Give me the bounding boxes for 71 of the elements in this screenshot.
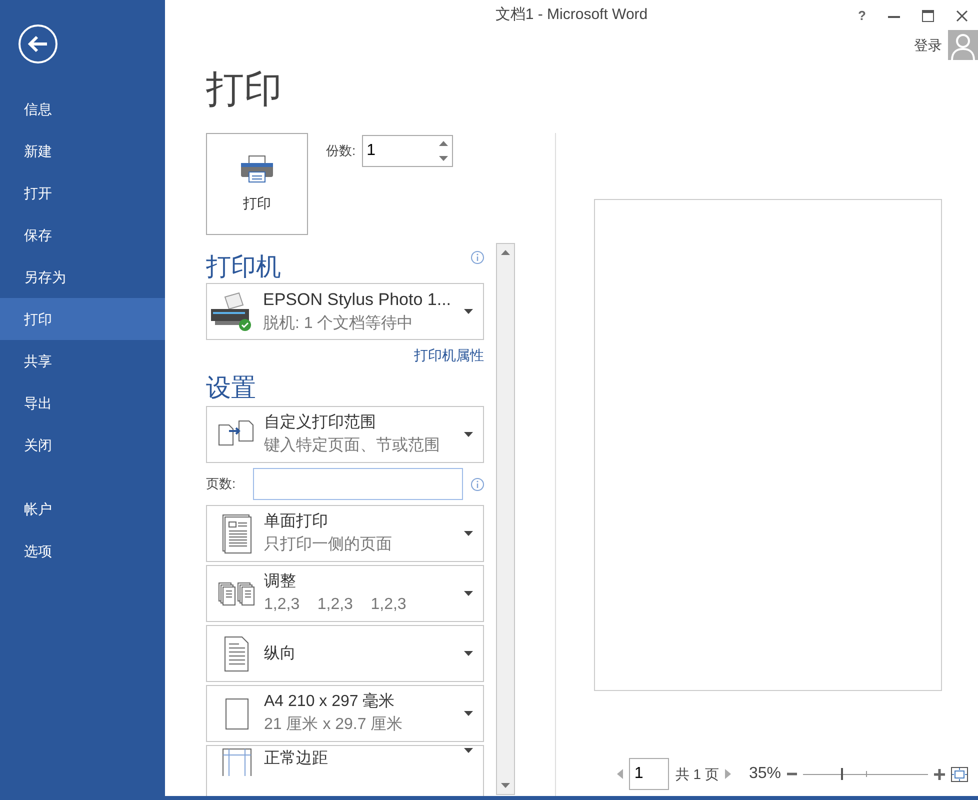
dropdown-caret-icon <box>464 748 473 753</box>
help-button[interactable]: ? <box>858 6 866 26</box>
copies-spinbox[interactable]: 1 <box>362 135 453 167</box>
paper-size-icon <box>225 698 249 730</box>
printer-icon <box>240 154 274 182</box>
zoom-in-icon[interactable] <box>934 768 945 780</box>
info-icon <box>471 251 484 264</box>
sidebar-item[interactable]: 共享 <box>0 340 165 382</box>
close-icon[interactable] <box>956 10 968 22</box>
settings-dropdown[interactable]: 正常边距 <box>206 745 484 796</box>
settings-dropdown[interactable]: 单面打印 只打印一侧的页面 <box>206 505 484 562</box>
option-subtitle: 21 厘米 x 29.7 厘米 <box>264 714 404 734</box>
settings-dropdown[interactable]: 自定义打印范围 键入特定页面、节或范围 <box>206 406 484 463</box>
collated-pages-icon <box>218 582 256 606</box>
margins-icon <box>222 748 252 776</box>
sidebar-item[interactable]: 保存 <box>0 214 165 256</box>
printer-status: 脱机: 1 个文档等待中 <box>263 314 414 334</box>
scroll-down-icon[interactable] <box>501 783 510 788</box>
dropdown-caret-icon <box>464 651 473 656</box>
info-icon <box>471 478 484 490</box>
sidebar-item[interactable]: 帐户 <box>0 488 165 530</box>
next-page-icon[interactable] <box>724 769 731 779</box>
sidebar-item[interactable]: 导出 <box>0 382 165 424</box>
dropdown-caret-icon <box>464 591 473 596</box>
sign-in-link[interactable]: 登录 <box>914 34 942 56</box>
scroll-up-icon[interactable] <box>501 250 510 255</box>
sidebar-item[interactable]: 打开 <box>0 172 165 214</box>
option-title: 纵向 <box>264 644 297 664</box>
print-button[interactable]: 打印 <box>206 133 308 235</box>
sidebar-item[interactable]: 关闭 <box>0 424 165 466</box>
dropdown-caret-icon <box>464 432 473 437</box>
previous-page-icon[interactable] <box>617 769 624 779</box>
portrait-page-icon <box>224 636 250 672</box>
settings-dropdown[interactable]: 调整 1,2,3 1,2,3 1,2,3 <box>206 565 484 622</box>
scrollbar[interactable] <box>496 243 515 795</box>
zoom-percent: 35% <box>748 764 781 784</box>
zoom-slider[interactable] <box>803 767 928 781</box>
option-subtitle: 键入特定页面、节或范围 <box>264 436 441 456</box>
option-title: 正常边距 <box>264 748 329 769</box>
option-title: 单面打印 <box>264 512 329 532</box>
pages-input[interactable] <box>253 468 463 500</box>
printer-name: EPSON Stylus Photo 1... <box>263 288 452 310</box>
sidebar-item[interactable]: 信息 <box>0 88 165 130</box>
page-total: 共 1 页 <box>675 764 719 784</box>
pages-label: 页数: <box>206 475 237 494</box>
maximize-icon[interactable] <box>922 10 934 22</box>
sidebar-item[interactable]: 另存为 <box>0 256 165 298</box>
page-title: 打印 <box>206 68 283 113</box>
option-subtitle: 1,2,3 1,2,3 1,2,3 <box>264 594 408 614</box>
sidebar-item[interactable]: 选项 <box>0 530 165 572</box>
printer-dropdown[interactable]: EPSON Stylus Photo 1... 脱机: 1 个文档等待中 <box>206 283 484 340</box>
printer-properties-link[interactable]: 打印机属性 <box>414 345 484 366</box>
dropdown-caret-icon <box>464 531 473 536</box>
settings-heading: 设置 <box>206 373 257 404</box>
page-number-field[interactable]: 1 <box>629 758 670 790</box>
window-title: 文档1 - Microsoft Word <box>495 4 648 25</box>
fit-page-icon[interactable] <box>951 766 968 782</box>
option-title: 自定义打印范围 <box>264 412 377 432</box>
dropdown-caret-icon <box>464 309 473 314</box>
settings-dropdown[interactable]: A4 210 x 297 毫米 21 厘米 x 29.7 厘米 <box>206 685 484 742</box>
document-pages-icon <box>222 514 252 554</box>
option-subtitle: 只打印一侧的页面 <box>264 534 393 554</box>
option-title: 调整 <box>264 572 297 592</box>
copies-label: 份数: <box>326 142 356 160</box>
settings-dropdown[interactable]: 纵向 <box>206 625 484 682</box>
printer-heading: 打印机 <box>206 252 281 283</box>
option-title: A4 210 x 297 毫米 <box>264 692 396 712</box>
dropdown-caret-icon <box>464 711 473 716</box>
sidebar-item[interactable]: 新建 <box>0 130 165 172</box>
spin-arrows-icon[interactable] <box>438 140 448 162</box>
sidebar-item[interactable]: 打印 <box>0 298 165 340</box>
